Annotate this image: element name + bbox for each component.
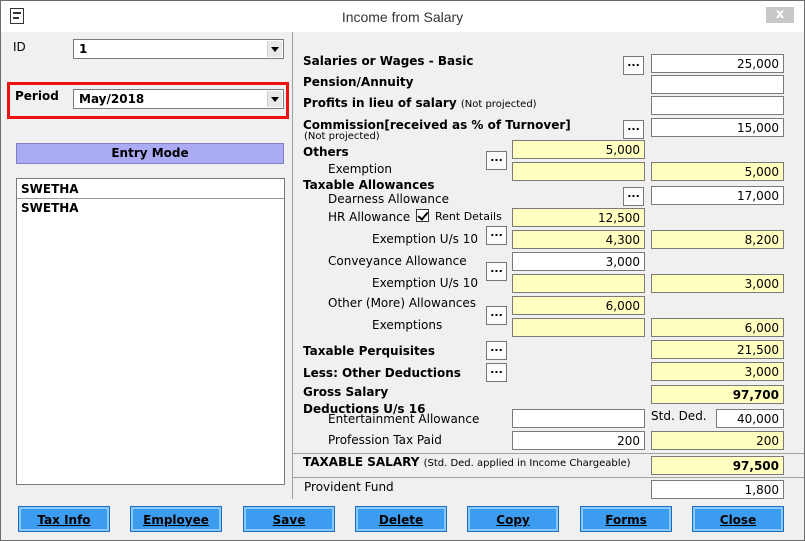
exemptions-label: Exemptions [372, 318, 443, 332]
conv-exemption-field[interactable]: 3,000 [651, 274, 784, 293]
id-label: ID [13, 40, 26, 54]
conv-exemption-details-button[interactable]: ... [486, 262, 507, 281]
profits-note: (Not projected) [460, 99, 537, 110]
perquisites-field[interactable]: 21,500 [651, 340, 784, 359]
conv-exemption-label: Exemption U/s 10 [372, 276, 478, 290]
perquisites-details-button[interactable]: ... [486, 341, 507, 360]
id-value: 1 [79, 42, 88, 56]
prof-tax-label: Profession Tax Paid [328, 433, 442, 447]
hra-exemption-details-button[interactable]: ... [486, 226, 507, 245]
taxable-allowances-label: Taxable Allowances [303, 178, 435, 192]
window-title: Income from Salary [341, 9, 464, 25]
panel-divider [292, 32, 293, 499]
dearness-field[interactable]: 17,000 [651, 186, 784, 205]
commission-details-button[interactable]: ... [623, 120, 644, 139]
other-deductions-label: Less: Other Deductions [303, 366, 461, 380]
employee-list[interactable]: SWETHA SWETHA [16, 178, 285, 485]
dearness-details-button[interactable]: ... [623, 187, 644, 206]
exemptions-field[interactable]: 6,000 [651, 318, 784, 337]
exemption-left-field[interactable] [512, 162, 645, 181]
commission-note: (Not projected) [304, 131, 380, 142]
period-label: Period [15, 89, 59, 103]
divider [293, 477, 804, 478]
delete-button[interactable]: Delete [355, 506, 447, 532]
provident-fund-label: Provident Fund [304, 480, 394, 494]
salaries-label: Salaries or Wages - Basic [303, 54, 474, 68]
profits-label: Profits in lieu of salary (Not projected… [303, 96, 537, 110]
income-from-salary-window: Income from Salary x ID 1 Period May/201… [0, 0, 805, 541]
other-allowances-label: Other (More) Allowances [328, 296, 477, 310]
std-ded-label: Std. Ded. [651, 409, 707, 423]
chevron-down-icon[interactable] [267, 91, 282, 107]
employee-list-header: SWETHA [17, 179, 284, 199]
entertainment-label: Entertainment Allowance [328, 412, 480, 426]
taxable-salary-note: (Std. Ded. applied in Income Chargeable) [423, 458, 631, 469]
profits-label-text: Profits in lieu of salary [303, 96, 457, 110]
exemptions-left-field[interactable] [512, 318, 645, 337]
hra-exemption-left-field[interactable]: 4,300 [512, 230, 645, 249]
close-window-button[interactable]: x [766, 7, 794, 23]
taxable-salary-label-text: TAXABLE SALARY [303, 455, 420, 469]
exemption-label: Exemption [328, 162, 392, 176]
hra-exemption-label: Exemption U/s 10 [372, 232, 478, 246]
hra-exemption-field[interactable]: 8,200 [651, 230, 784, 249]
prof-tax-left-field[interactable]: 200 [512, 431, 645, 450]
dearness-label: Dearness Allowance [328, 192, 449, 206]
chevron-down-icon[interactable] [267, 41, 282, 57]
entry-mode-bar[interactable]: Entry Mode [16, 143, 284, 164]
hra-field[interactable]: 12,500 [512, 208, 645, 227]
taxable-salary-field[interactable]: 97,500 [651, 456, 784, 475]
list-item[interactable]: SWETHA [17, 199, 284, 217]
save-button[interactable]: Save [243, 506, 335, 532]
forms-button[interactable]: Forms [580, 506, 672, 532]
divider [293, 453, 804, 454]
commission-field[interactable]: 15,000 [651, 118, 784, 137]
std-ded-field[interactable]: 40,000 [716, 409, 784, 428]
rent-details-checkbox[interactable] [416, 209, 429, 222]
conveyance-field[interactable]: 3,000 [512, 252, 645, 271]
commission-label: Commission[received as % of Turnover] [303, 118, 571, 132]
other-deductions-field[interactable]: 3,000 [651, 362, 784, 381]
perquisites-label: Taxable Perquisites [303, 344, 435, 358]
entertainment-field[interactable] [512, 409, 645, 428]
other-allowances-field[interactable]: 6,000 [512, 296, 645, 315]
salaries-details-button[interactable]: ... [623, 56, 644, 75]
pension-field[interactable] [651, 75, 784, 94]
other-deductions-details-button[interactable]: ... [486, 363, 507, 382]
others-details-button[interactable]: ... [486, 151, 507, 170]
period-value: May/2018 [79, 92, 145, 106]
taxable-salary-label: TAXABLE SALARY (Std. Ded. applied in Inc… [303, 455, 631, 469]
close-button[interactable]: Close [692, 506, 784, 532]
copy-button[interactable]: Copy [467, 506, 559, 532]
salaries-field[interactable]: 25,000 [651, 54, 784, 73]
gross-salary-label: Gross Salary [303, 385, 389, 399]
gross-salary-field[interactable]: 97,700 [651, 385, 784, 404]
exemptions-details-button[interactable]: ... [486, 306, 507, 325]
tax-info-button[interactable]: Tax Info [18, 506, 110, 532]
profits-field[interactable] [651, 96, 784, 115]
provident-fund-field[interactable]: 1,800 [651, 480, 784, 499]
employee-button[interactable]: Employee [130, 506, 222, 532]
rent-details-label: Rent Details [435, 210, 502, 223]
others-label: Others [303, 145, 349, 159]
title-bar: Income from Salary x [1, 1, 804, 32]
prof-tax-field[interactable]: 200 [651, 431, 784, 450]
others-field[interactable]: 5,000 [512, 140, 645, 159]
pension-label: Pension/Annuity [303, 75, 414, 89]
hra-label: HR Allowance [328, 210, 411, 224]
exemption-field[interactable]: 5,000 [651, 162, 784, 181]
conv-exemption-left-field[interactable] [512, 274, 645, 293]
id-combo[interactable]: 1 [73, 39, 284, 59]
period-combo[interactable]: May/2018 [73, 89, 284, 109]
conveyance-label: Conveyance Allowance [328, 254, 467, 268]
